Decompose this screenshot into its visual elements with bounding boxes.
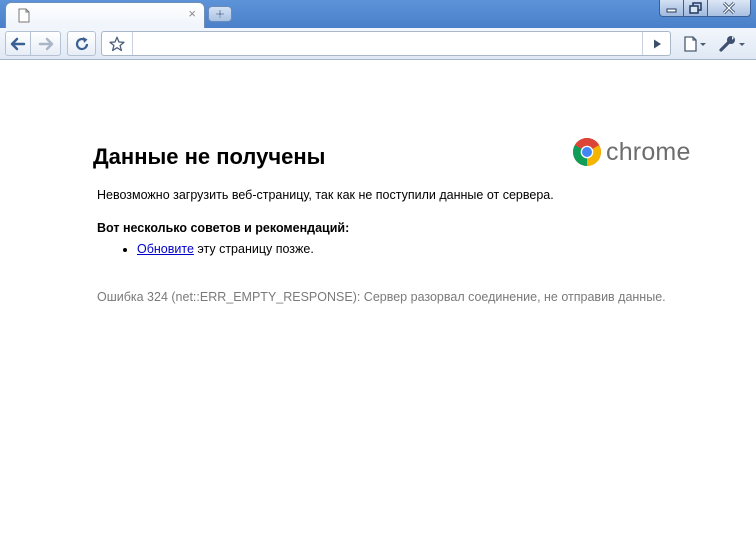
address-input[interactable] (134, 34, 643, 55)
close-window-icon (722, 1, 736, 15)
reload-icon (75, 36, 88, 50)
title-bar: × (0, 0, 756, 30)
new-tab-button[interactable] (208, 6, 232, 22)
tab-active[interactable]: × (5, 2, 205, 30)
suggestions-heading: Вот несколько советов и рекомендаций: (97, 221, 350, 235)
omnibox[interactable] (101, 31, 671, 56)
minimize-button[interactable] (659, 0, 684, 17)
plus-icon (216, 10, 224, 18)
reload-button[interactable] (67, 31, 96, 56)
list-item: Обновите эту страницу позже. (137, 240, 314, 258)
suggestion-text: эту страницу позже. (193, 242, 314, 256)
forward-button[interactable] (31, 31, 61, 56)
restore-icon (689, 2, 702, 14)
logo-text: chrome (606, 137, 691, 166)
restore-button[interactable] (683, 0, 708, 17)
close-icon[interactable]: × (188, 7, 196, 21)
tools-menu-button[interactable] (716, 32, 750, 56)
error-details: Ошибка 324 (net::ERR_EMPTY_RESPONSE): Се… (97, 290, 666, 304)
wrench-icon (719, 36, 745, 52)
chrome-logo: chrome (572, 137, 691, 167)
toolbar (0, 28, 756, 60)
minimize-icon (666, 8, 677, 13)
back-button[interactable] (5, 31, 31, 56)
arrow-left-icon (10, 37, 26, 50)
page-menu-button[interactable] (678, 32, 710, 56)
page-icon (684, 36, 706, 52)
page-icon (18, 8, 30, 28)
go-button[interactable] (642, 32, 670, 55)
suggestions-list: Обновите эту страницу позже. (97, 240, 314, 258)
error-page: Данные не получены chrome Невозможно заг… (0, 60, 756, 546)
play-icon (653, 39, 661, 48)
star-icon (109, 36, 125, 51)
arrow-right-icon (38, 37, 53, 50)
close-window-button[interactable] (707, 0, 751, 17)
error-summary: Невозможно загрузить веб-страницу, так к… (97, 188, 554, 202)
page-title: Данные не получены (93, 144, 326, 169)
chrome-logo-icon (573, 138, 601, 166)
reload-link[interactable]: Обновите (137, 242, 194, 256)
bookmark-star-button[interactable] (102, 32, 133, 55)
